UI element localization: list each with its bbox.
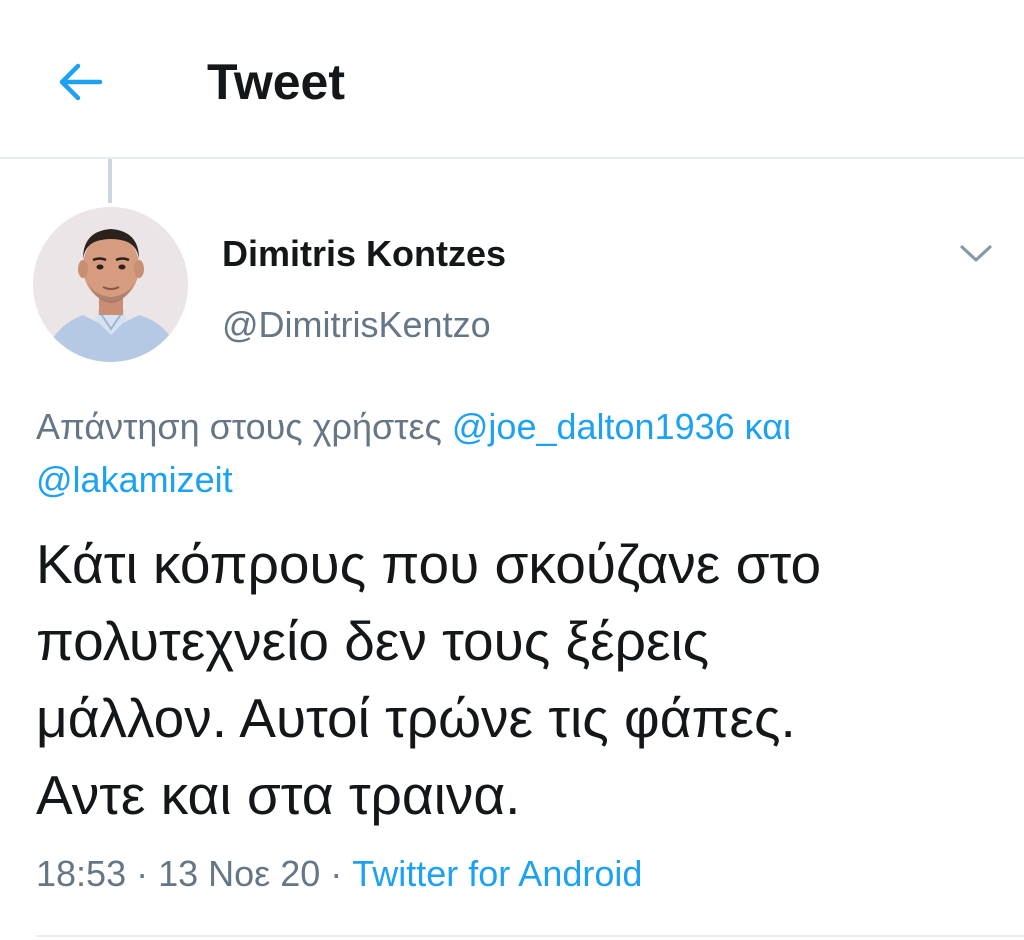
tweet-text-line: Κάτι κόπρους που σκούζανε στο [36, 533, 822, 595]
reply-connector: και [734, 406, 792, 447]
tweet-time: 18:53 [36, 853, 127, 894]
tweet-text: Κάτι κόπρους που σκούζανε στο πολυτεχνεί… [36, 526, 996, 834]
meta-separator: · [126, 853, 159, 894]
tweet-date: 13 Νοε 20 [158, 853, 321, 894]
arrow-left-icon [59, 63, 103, 101]
author-handle[interactable]: @DimitrisKentzo [222, 303, 491, 347]
top-app-bar: Tweet [0, 0, 1024, 159]
page-title: Tweet [207, 54, 345, 110]
chevron-down-icon [960, 245, 992, 262]
reply-prefix: Απάντηση στους χρήστες [36, 406, 452, 447]
tweet-source-link[interactable]: Twitter for Android [352, 853, 642, 894]
tweet-text-line: μάλλον. Αυτοί τρώνε τις φάπες. [36, 687, 796, 749]
mention-link[interactable]: @joe_dalton1936 [452, 406, 735, 447]
tweet-detail-screen: Tweet Dimitris Kontzes @DimitrisKentzo Α… [0, 0, 1024, 940]
meta-separator: · [320, 853, 353, 894]
avatar[interactable] [33, 207, 188, 362]
tweet-metadata: 18:53 · 13 Νοε 20 · Twitter for Android [36, 850, 642, 898]
mention-link[interactable]: @lakamizeit [36, 459, 233, 500]
tweet-options-button[interactable] [954, 232, 998, 276]
thread-connector-line [108, 159, 112, 203]
tweet-text-line: Αντε και στα τραινα. [36, 764, 521, 826]
reply-context: Απάντηση στους χρήστες @joe_dalton1936 κ… [36, 400, 986, 506]
tweet-text-line: πολυτεχνείο δεν τους ξέρεις [36, 610, 710, 672]
avatar-photo [33, 207, 188, 362]
back-button[interactable] [44, 46, 116, 118]
author-name[interactable]: Dimitris Kontzes [222, 232, 506, 276]
divider [36, 935, 1024, 937]
